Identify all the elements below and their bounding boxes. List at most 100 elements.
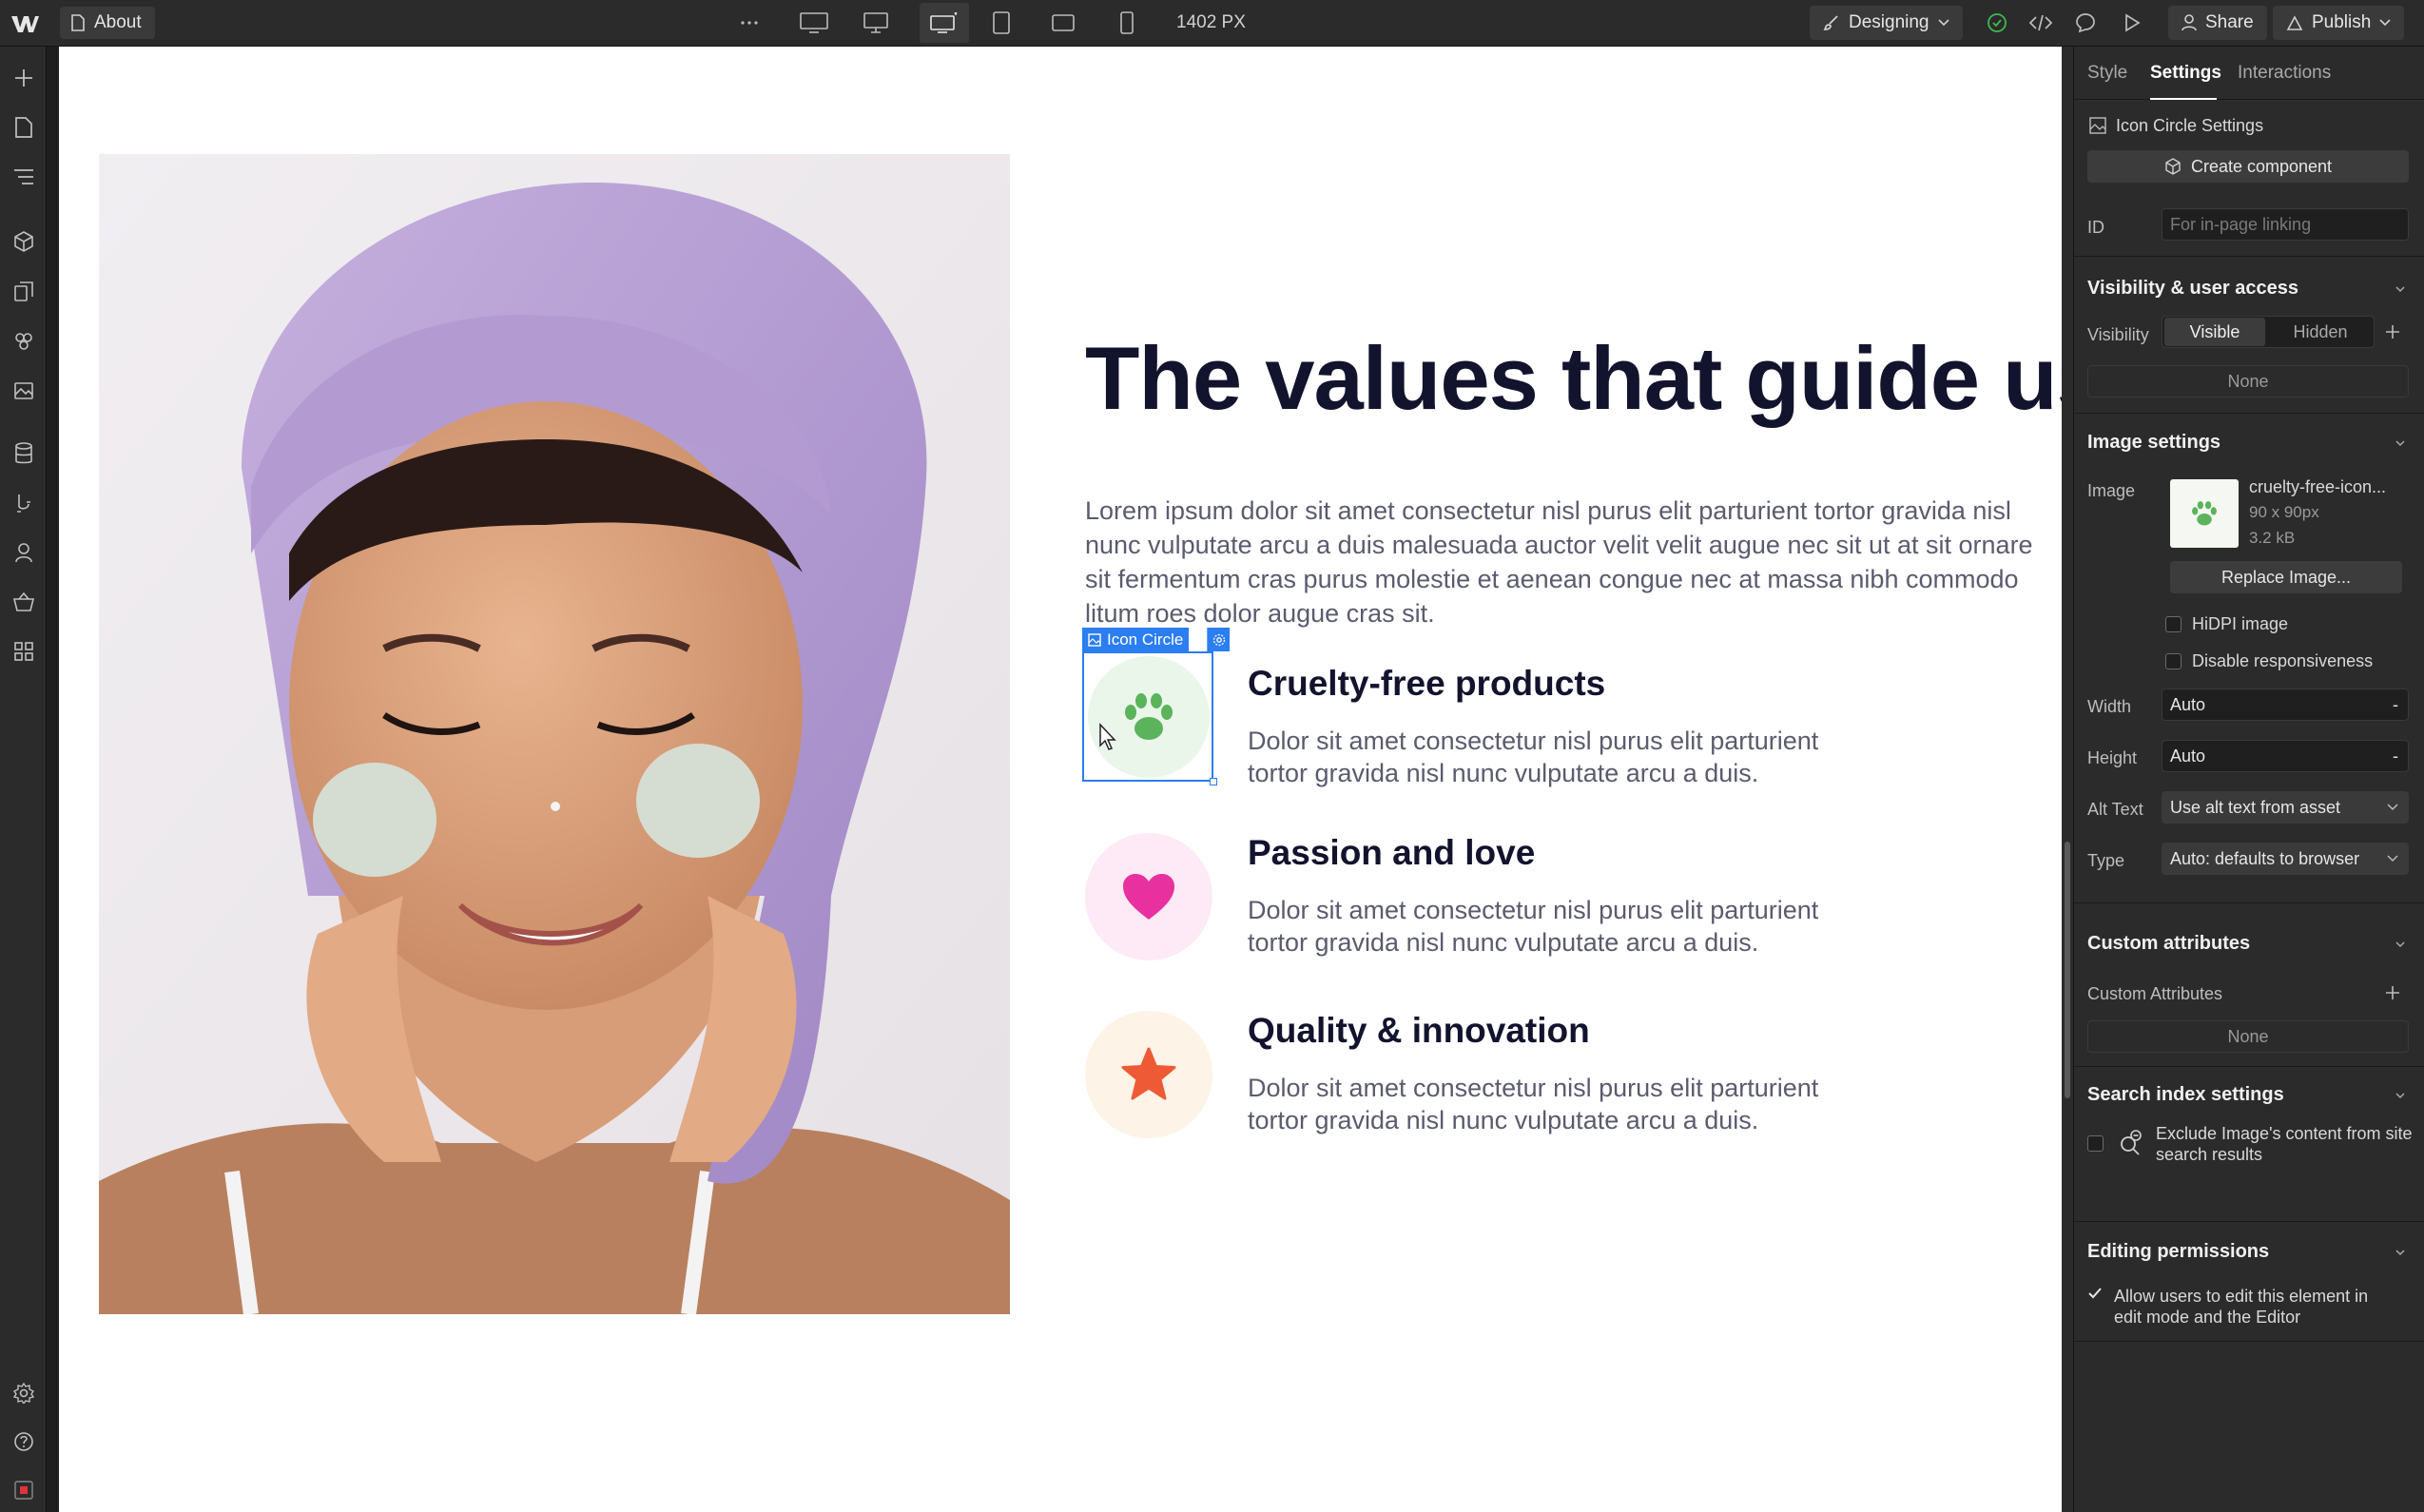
canvas-scrollbar[interactable] xyxy=(2062,47,2073,1512)
page-name: About xyxy=(94,12,142,32)
tab-settings[interactable]: Settings xyxy=(2150,63,2221,84)
design-canvas[interactable]: The values that guide us Lorem ipsum dol… xyxy=(59,47,2106,1512)
breakpoint-mobile-landscape-icon[interactable] xyxy=(1046,9,1080,37)
style-selectors-icon[interactable] xyxy=(10,277,38,305)
navigator-icon[interactable] xyxy=(10,163,38,191)
alt-text-value: Use alt text from asset xyxy=(2170,797,2341,817)
type-select[interactable]: Auto: defaults to browser xyxy=(2162,843,2409,875)
page-selector[interactable]: About xyxy=(60,7,155,39)
ecommerce-icon[interactable] xyxy=(10,588,38,616)
chevron-down-icon[interactable] xyxy=(2394,938,2407,951)
disable-responsiveness-label: Disable responsiveness xyxy=(2192,651,2374,670)
value-item-passion[interactable]: Passion and love Dolor sit amet consecte… xyxy=(1085,833,2036,966)
apps-icon[interactable] xyxy=(10,637,38,666)
width-input[interactable]: Auto - xyxy=(2162,688,2409,721)
visibility-section-title[interactable]: Visibility & user access xyxy=(2087,278,2298,300)
value-description[interactable]: Dolor sit amet consectetur nisl purus el… xyxy=(1248,1072,1856,1136)
webflow-logo-icon[interactable] xyxy=(10,11,40,36)
tab-style[interactable]: Style xyxy=(2087,63,2127,84)
users-icon[interactable] xyxy=(10,538,38,567)
logic-icon[interactable] xyxy=(10,489,38,517)
search-index-title[interactable]: Search index settings xyxy=(2087,1084,2284,1106)
height-unit[interactable]: - xyxy=(2393,746,2398,766)
value-item-quality[interactable]: Quality & innovation Dolor sit amet cons… xyxy=(1085,1011,2036,1144)
id-input[interactable]: For in-page linking xyxy=(2162,208,2409,241)
height-input[interactable]: Auto - xyxy=(2162,740,2409,772)
value-description[interactable]: Dolor sit amet consectetur nisl purus el… xyxy=(1248,725,1856,789)
chevron-down-icon[interactable] xyxy=(2394,1246,2407,1259)
hero-photo-woman-towel[interactable] xyxy=(99,154,1010,1314)
resize-handle[interactable] xyxy=(1210,778,1217,785)
breakpoint-mobile-portrait-icon[interactable] xyxy=(1110,9,1144,37)
divider xyxy=(2074,413,2424,414)
mode-dropdown[interactable]: Designing xyxy=(1810,6,1963,40)
preview-play-icon[interactable] xyxy=(2115,9,2149,37)
active-tab-indicator xyxy=(2150,98,2217,100)
image-label: Image xyxy=(2087,481,2136,500)
breakpoint-desktop-icon[interactable] xyxy=(859,9,893,37)
hidden-option[interactable]: Hidden xyxy=(2269,318,2372,346)
allow-edit-label: Allow users to edit this element in edit… xyxy=(2114,1287,2369,1327)
tab-interactions[interactable]: Interactions xyxy=(2238,63,2331,84)
add-elements-icon[interactable] xyxy=(10,64,38,92)
alt-text-select[interactable]: Use alt text from asset xyxy=(2162,791,2409,824)
width-unit[interactable]: - xyxy=(2393,695,2398,715)
publish-button[interactable]: Publish xyxy=(2273,6,2405,40)
chevron-down-icon[interactable] xyxy=(2394,282,2407,296)
brush-icon xyxy=(1823,15,1838,30)
left-toolbar xyxy=(0,47,47,1512)
divider xyxy=(2074,1341,2424,1342)
add-attribute-icon[interactable] xyxy=(2384,984,2401,1001)
custom-attributes-label: Custom Attributes xyxy=(2087,984,2223,1003)
chevron-down-icon xyxy=(1937,19,1949,27)
status-check-icon[interactable] xyxy=(1980,9,2014,37)
section-heading[interactable]: The values that guide us xyxy=(1085,327,2106,430)
components-icon[interactable] xyxy=(10,227,38,256)
icon-circle[interactable] xyxy=(1085,833,1212,960)
breakpoint-base-icon[interactable] xyxy=(920,3,969,43)
breakpoint-tablet-icon[interactable] xyxy=(984,9,1018,37)
hidpi-checkbox[interactable] xyxy=(2165,616,2182,632)
help-icon[interactable] xyxy=(10,1427,38,1456)
breakpoint-large-desktop-icon[interactable] xyxy=(797,9,831,37)
settings-gear-icon[interactable] xyxy=(10,1379,38,1407)
value-description[interactable]: Dolor sit amet consectetur nisl purus el… xyxy=(1248,894,1856,959)
variables-icon[interactable] xyxy=(10,326,38,355)
checkmark-icon[interactable] xyxy=(2087,1287,2103,1300)
chevron-down-icon[interactable] xyxy=(2394,436,2407,450)
replace-image-button[interactable]: Replace Image... xyxy=(2170,561,2402,593)
editing-permissions-title[interactable]: Editing permissions xyxy=(2087,1241,2269,1263)
comments-icon[interactable] xyxy=(2068,9,2103,37)
code-icon[interactable] xyxy=(2024,9,2058,37)
id-label: ID xyxy=(2087,218,2104,237)
chevron-down-icon[interactable] xyxy=(2394,1089,2407,1102)
add-icon[interactable] xyxy=(2384,323,2401,340)
share-label: Share xyxy=(2205,12,2254,32)
settings-title: Icon Circle Settings xyxy=(2116,116,2264,135)
pages-icon[interactable] xyxy=(10,113,38,142)
custom-attributes-title[interactable]: Custom attributes xyxy=(2087,933,2250,955)
value-item-cruelty-free[interactable]: Icon Circle Cruelty-free products Dolor … xyxy=(1082,628,2036,789)
section-intro-text[interactable]: Lorem ipsum dolor sit amet consectetur n… xyxy=(1085,494,2055,630)
search-exclude-icon xyxy=(2121,1130,2142,1155)
scroll-thumb[interactable] xyxy=(2065,842,2070,1098)
cms-icon[interactable] xyxy=(10,439,38,468)
more-options-icon[interactable] xyxy=(732,9,766,37)
page-icon xyxy=(71,14,85,31)
record-indicator-icon[interactable] xyxy=(10,1476,38,1504)
image-thumbnail[interactable] xyxy=(2170,479,2239,548)
visible-option[interactable]: Visible xyxy=(2164,318,2265,346)
share-button[interactable]: Share xyxy=(2168,6,2267,40)
selection-label[interactable]: Icon Circle xyxy=(1082,628,1190,651)
disable-responsiveness-checkbox[interactable] xyxy=(2165,653,2182,669)
image-settings-title[interactable]: Image settings xyxy=(2087,432,2220,454)
selection-settings-gear-icon[interactable] xyxy=(1207,628,1230,651)
create-component-button[interactable]: Create component xyxy=(2087,150,2409,183)
value-title[interactable]: Passion and love xyxy=(1248,833,1535,873)
value-title[interactable]: Cruelty-free products xyxy=(1248,664,1605,704)
visibility-conditions-empty: None xyxy=(2087,365,2409,397)
icon-circle[interactable] xyxy=(1085,1011,1212,1138)
exclude-search-checkbox[interactable] xyxy=(2087,1135,2104,1152)
assets-icon[interactable] xyxy=(10,376,38,404)
value-title[interactable]: Quality & innovation xyxy=(1248,1011,1590,1051)
